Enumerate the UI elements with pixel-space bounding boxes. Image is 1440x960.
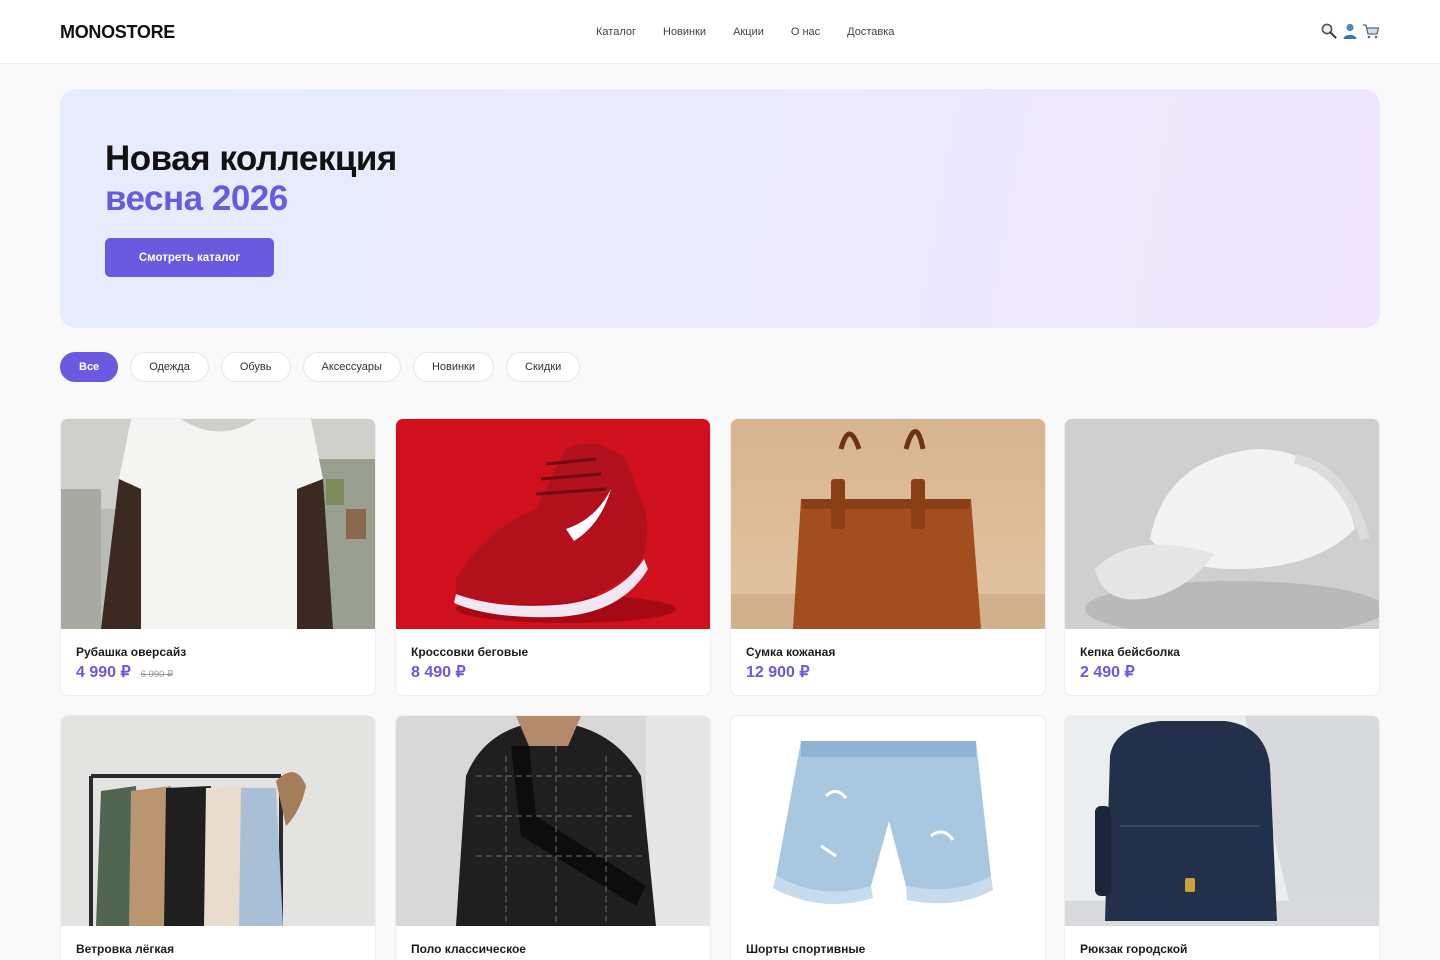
product-price: 8 490 ₽	[411, 663, 466, 683]
nav-item-catalog[interactable]: Каталог	[596, 24, 636, 40]
product-card[interactable]: Ветровка лёгкая	[60, 715, 376, 960]
product-name: Кепка бейсболка	[1080, 645, 1180, 659]
product-image-sneaker[interactable]	[396, 419, 710, 629]
logo[interactable]: MONOSTORE	[60, 20, 175, 44]
product-price: 4 990 ₽ 6 990 ₽	[76, 663, 173, 685]
filter-clothing[interactable]: Одежда	[130, 352, 209, 382]
nav-item-about[interactable]: О нас	[791, 24, 820, 40]
filter-all[interactable]: Все	[60, 352, 119, 382]
hero-title: Новая коллекция	[105, 139, 397, 178]
cart-icon[interactable]	[1362, 22, 1380, 40]
main-nav: Каталог Новинки Акции О нас Доставка	[596, 24, 921, 40]
product-card[interactable]: Кроссовки беговые 8 490 ₽	[395, 418, 711, 696]
nav-item-new[interactable]: Новинки	[663, 24, 706, 40]
product-image-jackets[interactable]	[61, 716, 375, 926]
product-card[interactable]: Сумка кожаная 12 900 ₽	[730, 418, 1046, 696]
hero-subtitle: весна 2026	[105, 179, 288, 218]
product-name: Кроссовки беговые	[411, 645, 529, 659]
filter-shoes[interactable]: Обувь	[220, 352, 291, 382]
filter-accessories[interactable]: Аксессуары	[302, 352, 401, 382]
product-image-bag[interactable]	[731, 419, 1045, 629]
product-image-windbreaker[interactable]	[396, 716, 710, 926]
product-image-tshirt[interactable]	[61, 419, 375, 629]
filter-new[interactable]: Новинки	[412, 352, 495, 382]
nav-item-delivery[interactable]: Доставка	[847, 24, 894, 40]
site-header: MONOSTORE Каталог Новинки Акции О нас До…	[0, 0, 1440, 64]
product-name: Поло классическое	[411, 942, 526, 956]
current-price: 2 490 ₽	[1080, 664, 1135, 681]
product-name: Шорты спортивные	[746, 942, 866, 956]
product-card[interactable]: Поло классическое	[395, 715, 711, 960]
user-icon[interactable]	[1341, 22, 1359, 40]
product-price: 2 490 ₽	[1080, 663, 1135, 683]
product-price: 12 900 ₽	[746, 663, 810, 683]
hero-banner: Новая коллекция весна 2026 Смотреть ката…	[60, 89, 1380, 328]
filter-sale[interactable]: Скидки	[506, 352, 581, 382]
product-name: Сумка кожаная	[746, 645, 836, 659]
product-name: Ветровка лёгкая	[76, 942, 175, 956]
product-image-shorts[interactable]	[731, 716, 1045, 926]
current-price: 4 990 ₽	[76, 664, 131, 681]
search-icon[interactable]	[1320, 22, 1338, 40]
product-card[interactable]: Рюкзак городской	[1064, 715, 1380, 960]
current-price: 12 900 ₽	[746, 664, 810, 681]
category-filters: Все Одежда Обувь Аксессуары Новинки Скид…	[60, 352, 581, 382]
header-actions	[1320, 22, 1380, 40]
view-catalog-button[interactable]: Смотреть каталог	[105, 238, 274, 277]
product-card[interactable]: Рубашка оверсайз 4 990 ₽ 6 990 ₽	[60, 418, 376, 696]
product-image-cap[interactable]	[1065, 419, 1379, 629]
current-price: 8 490 ₽	[411, 664, 466, 681]
product-image-backpack[interactable]	[1065, 716, 1379, 926]
old-price: 6 990 ₽	[140, 669, 174, 680]
product-name: Рубашка оверсайз	[76, 645, 187, 659]
nav-item-sales[interactable]: Акции	[733, 24, 764, 40]
product-name: Рюкзак городской	[1080, 942, 1188, 956]
product-card[interactable]: Шорты спортивные	[730, 715, 1046, 960]
product-card[interactable]: Кепка бейсболка 2 490 ₽	[1064, 418, 1380, 696]
